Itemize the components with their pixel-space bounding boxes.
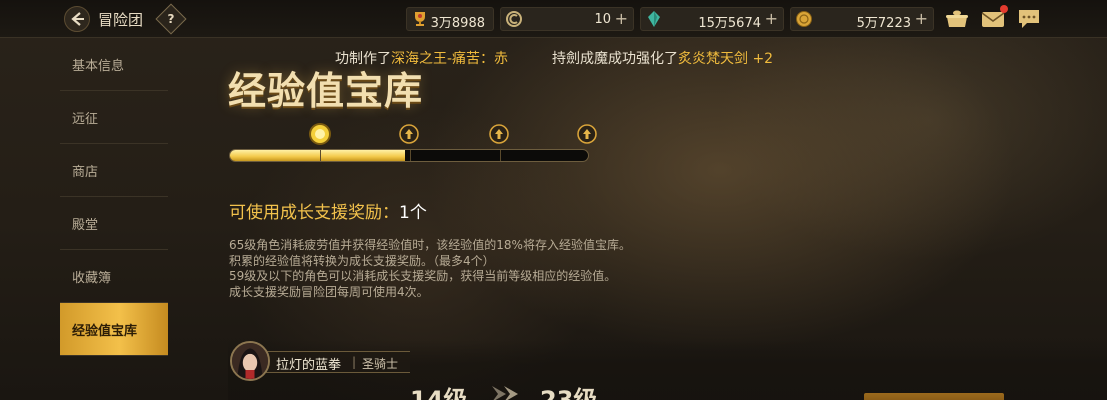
- help-icon: ?: [167, 12, 175, 26]
- name-separator: |: [352, 355, 357, 369]
- crystal-icon: [648, 11, 660, 27]
- gold-value: 5万7223: [856, 16, 911, 31]
- sidebar-item-label: 殿堂: [72, 217, 99, 233]
- progress-divider: [320, 150, 321, 161]
- ceria-coin-value: 10: [594, 12, 611, 27]
- avatar-portrait-icon: [232, 343, 268, 379]
- crystal-value: 15万5674: [698, 16, 761, 31]
- sidebar-item-label: 经验值宝库: [72, 323, 138, 339]
- reward-node-active-icon[interactable]: [308, 122, 332, 146]
- sidebar-item-hall[interactable]: 殿堂: [60, 197, 168, 250]
- reward-label: 可使用成长支援奖励：: [229, 203, 399, 223]
- description-line: 成长支援奖励冒险团每周可使用4次。: [229, 284, 429, 299]
- sidebar: 基本信息 远征 商店 殿堂 收藏簿 经验值宝库: [60, 38, 168, 400]
- resource-gold: 5万7223 +: [790, 7, 934, 31]
- sidebar-item-collection[interactable]: 收藏簿: [60, 250, 168, 303]
- progress-divider: [500, 150, 501, 161]
- vault-description: 65级角色消耗疲劳值并获得经验值时，该经验值的18%将存入经验值宝库。 积累的经…: [229, 238, 631, 300]
- add-gold-button[interactable]: +: [915, 9, 928, 28]
- use-reward-button[interactable]: [864, 393, 1004, 400]
- exp-progress-bar: [229, 149, 589, 162]
- ceria-coin-icon: [506, 11, 522, 27]
- character-avatar[interactable]: [230, 341, 270, 381]
- reward-node-icon[interactable]: [489, 124, 509, 144]
- trophy-icon: [415, 12, 425, 26]
- exp-progress-fill: [230, 150, 406, 161]
- back-arrow-icon: [71, 12, 84, 26]
- sidebar-item-label: 收藏簿: [72, 270, 112, 286]
- level-arrow-icon: [492, 386, 518, 400]
- sidebar-item-label: 远征: [72, 111, 99, 127]
- reward-count: 1个: [399, 203, 427, 223]
- sidebar-item-basic-info[interactable]: 基本信息: [60, 38, 168, 91]
- marquee-message: 持劍成魔成功强化了炙炎梵天剑 +2: [552, 48, 773, 68]
- progress-divider: [410, 150, 411, 161]
- top-bar: 冒险团 ? 3万8988 10 + 15万5674 + 5万7223 +: [0, 0, 1107, 38]
- notification-dot: [1000, 5, 1008, 13]
- marquee-text: 持劍成魔成功强化了: [552, 51, 678, 67]
- add-crystal-button[interactable]: +: [765, 9, 778, 28]
- marquee-highlight: 炙炎梵天剑 +2: [678, 51, 774, 67]
- target-level: 23级: [540, 386, 598, 400]
- trophy-value: 3万8988: [430, 16, 485, 31]
- help-button[interactable]: ?: [155, 3, 187, 35]
- reward-node-icon[interactable]: [399, 124, 419, 144]
- resource-crystal: 15万5674 +: [640, 7, 784, 31]
- sidebar-item-shop[interactable]: 商店: [60, 144, 168, 197]
- gold-coin-icon: [796, 11, 812, 27]
- storage-button[interactable]: [944, 7, 970, 31]
- description-line: 59级及以下的角色可以消耗成长支援奖励，获得当前等级相应的经验值。: [229, 269, 617, 283]
- description-line: 65级角色消耗疲劳值并获得经验值时，该经验值的18%将存入经验值宝库。: [229, 238, 631, 252]
- reward-node-icon[interactable]: [577, 124, 597, 144]
- description-line: 积累的经验值将转换为成长支援奖励。（最多4个）: [229, 253, 495, 268]
- sidebar-item-exp-vault[interactable]: 经验值宝库: [60, 303, 168, 356]
- character-class: 圣骑士: [362, 357, 399, 371]
- chat-icon: [1019, 10, 1039, 28]
- page-title: 冒险团: [98, 11, 144, 29]
- vault-title: 经验值宝库: [228, 68, 424, 113]
- sidebar-item-label: 商店: [72, 164, 99, 180]
- resource-ceria-coin: 10 +: [500, 7, 634, 31]
- add-ceria-button[interactable]: +: [615, 9, 628, 28]
- sidebar-item-label: 基本信息: [72, 58, 125, 74]
- reward-count-line: 可使用成长支援奖励：1个: [229, 198, 427, 223]
- pot-icon: [946, 10, 968, 27]
- sidebar-item-expedition[interactable]: 远征: [60, 91, 168, 144]
- back-button[interactable]: [64, 6, 90, 32]
- current-level: 14级: [410, 386, 468, 400]
- mail-button[interactable]: [980, 5, 1008, 31]
- chat-button[interactable]: [1016, 7, 1042, 31]
- character-name: 拉灯的蓝拳: [276, 358, 342, 373]
- resource-trophy: 3万8988: [406, 7, 494, 31]
